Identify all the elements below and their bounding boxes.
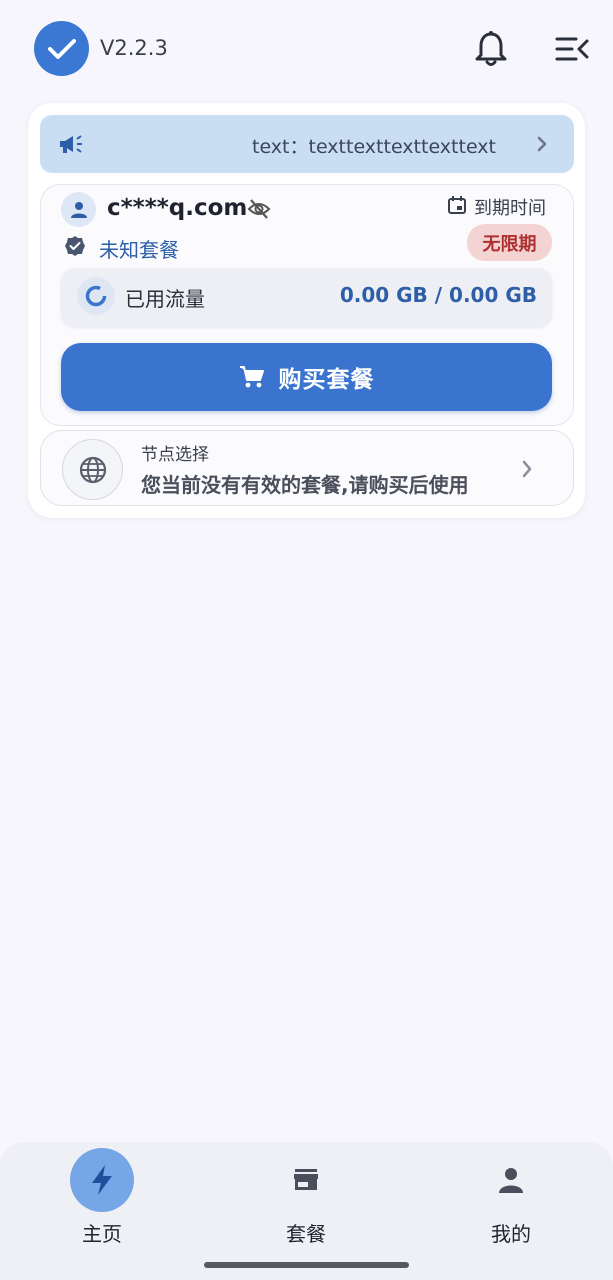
traffic-ring-icon: [77, 277, 115, 315]
check-logo-icon: [34, 21, 89, 76]
menu-collapse-icon[interactable]: [554, 34, 590, 64]
traffic-label: 已用流量: [125, 287, 205, 311]
nav-home[interactable]: 主页: [0, 1142, 204, 1280]
store-icon: [274, 1148, 338, 1212]
buy-plan-label: 购买套餐: [278, 367, 375, 393]
bolt-icon: [70, 1148, 134, 1212]
app-header: V2.2.3: [0, 0, 613, 96]
account-email: c****q.com: [107, 195, 248, 221]
home-indicator[interactable]: [204, 1262, 409, 1268]
traffic-usage-panel: 已用流量 0.00 GB / 0.00 GB: [61, 268, 552, 327]
chevron-right-icon: [521, 459, 533, 479]
traffic-value: 0.00 GB / 0.00 GB: [339, 283, 537, 307]
bottom-navigation: 主页 套餐 我的: [0, 1142, 613, 1280]
notice-banner[interactable]: text：texttexttexttexttext: [40, 115, 574, 173]
verified-badge-icon: [64, 235, 86, 257]
nav-plans[interactable]: 套餐: [204, 1142, 408, 1280]
megaphone-icon: [58, 133, 84, 155]
nav-mine[interactable]: 我的: [409, 1142, 613, 1280]
chevron-right-icon: [536, 135, 548, 153]
person-icon: [479, 1148, 543, 1212]
node-selection-card[interactable]: 节点选择 您当前没有有效的套餐,请购买后使用: [40, 430, 574, 506]
expire-label: 到期时间: [474, 198, 546, 219]
plan-name: 未知套餐: [99, 238, 179, 262]
person-icon: [70, 201, 87, 218]
nav-mine-label: 我的: [491, 1222, 531, 1246]
notice-text: text：texttexttexttexttext: [252, 136, 496, 158]
bell-icon[interactable]: [474, 30, 508, 68]
buy-plan-button[interactable]: 购买套餐: [61, 343, 552, 411]
cart-icon: [239, 366, 264, 388]
node-title: 节点选择: [141, 445, 209, 465]
nav-home-label: 主页: [82, 1222, 122, 1246]
node-description: 您当前没有有效的套餐,请购买后使用: [141, 473, 469, 497]
eye-off-icon[interactable]: [247, 198, 271, 220]
app-version: V2.2.3: [100, 36, 168, 60]
calendar-icon: [447, 195, 467, 215]
globe-icon: [62, 439, 123, 500]
avatar: [61, 192, 96, 227]
expire-status-badge: 无限期: [467, 224, 552, 261]
nav-plans-label: 套餐: [286, 1222, 326, 1246]
